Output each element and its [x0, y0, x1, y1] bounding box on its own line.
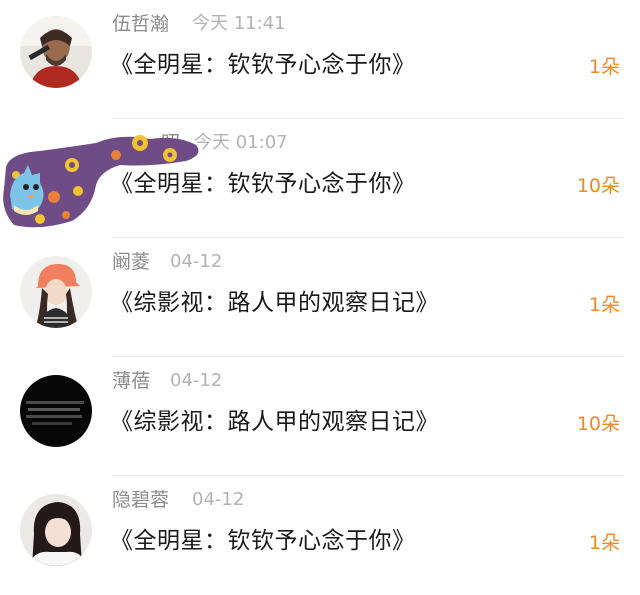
- list-item[interactable]: 阚菱 04-12 《综影视：路人甲的观察日记》 1朵: [0, 238, 640, 357]
- user-name[interactable]: 伍哲瀚: [112, 10, 169, 38]
- user-name[interactable]: 薄蓓: [112, 367, 150, 395]
- book-title[interactable]: 《全明星：钦钦予心念于你》: [110, 48, 416, 82]
- flower-count: 10朵: [576, 413, 620, 435]
- book-title[interactable]: 《综影视：路人甲的观察日记》: [110, 286, 439, 320]
- flower-count: 1朵: [588, 532, 620, 554]
- flower-count: 1朵: [588, 56, 620, 78]
- gift-record-list: 伍哲瀚 今天 11:41 《全明星：钦钦予心念于你》 1朵 …昭 今天 01:0…: [0, 0, 640, 585]
- book-title[interactable]: 《综影视：路人甲的观察日记》: [110, 405, 439, 439]
- book-title[interactable]: 《全明星：钦钦予心念于你》: [110, 524, 416, 558]
- user-name[interactable]: 隐碧蓉: [112, 486, 169, 514]
- dark-text-avatar-icon: [20, 375, 92, 447]
- user-name[interactable]: 阚菱: [112, 248, 150, 276]
- timestamp: 今天 11:41: [192, 13, 286, 34]
- flower-count: 1朵: [588, 294, 620, 316]
- timestamp: 04-12: [192, 489, 245, 510]
- flower-count: 10朵: [576, 175, 620, 197]
- list-item[interactable]: 薄蓓 04-12 《综影视：路人甲的观察日记》 10朵: [0, 357, 640, 476]
- book-title[interactable]: 《全明星：钦钦予心念于你》: [110, 167, 416, 201]
- person-avatar-icon: [20, 256, 92, 328]
- list-item[interactable]: 伍哲瀚 今天 11:41 《全明星：钦钦予心念于你》 1朵: [0, 0, 640, 119]
- avatar[interactable]: [20, 494, 92, 566]
- avatar[interactable]: [20, 256, 92, 328]
- list-item[interactable]: 隐碧蓉 04-12 《全明星：钦钦予心念于你》 1朵: [0, 476, 640, 595]
- person-avatar-icon: [20, 494, 92, 566]
- list-item[interactable]: …昭 今天 01:07: [0, 119, 640, 238]
- person-avatar-icon: [20, 16, 92, 88]
- timestamp: 04-12: [170, 370, 223, 391]
- avatar[interactable]: [20, 16, 92, 88]
- timestamp: 04-12: [170, 251, 223, 272]
- avatar[interactable]: [20, 375, 92, 447]
